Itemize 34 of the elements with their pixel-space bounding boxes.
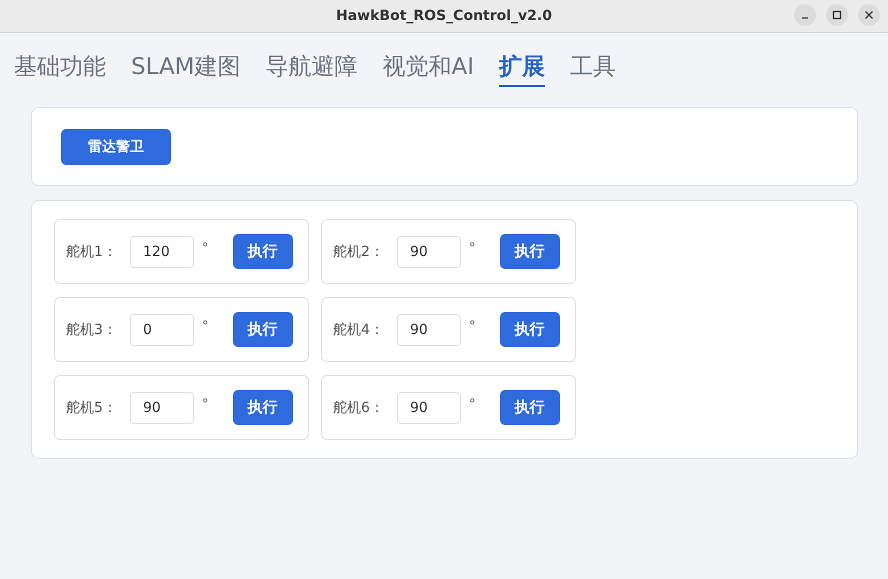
radar-guard-button[interactable]: 雷达警卫 [61, 128, 171, 164]
tab[interactable]: SLAM建图 [131, 51, 241, 87]
tab[interactable]: 导航避障 [266, 51, 358, 87]
angle-input[interactable]: 120 [130, 236, 194, 268]
angle-input[interactable]: 90 [130, 392, 194, 424]
tab[interactable]: 视觉和AI [382, 51, 474, 87]
angle-input[interactable]: 90 [397, 392, 461, 424]
execute-button[interactable]: 执行 [500, 312, 560, 347]
servo-label: 舵机3： [66, 320, 118, 338]
degree-unit: ° [202, 241, 208, 256]
servo-label: 舵机1： [66, 242, 118, 260]
execute-button[interactable]: 执行 [500, 234, 560, 269]
tab[interactable]: 基础功能 [14, 51, 106, 87]
servo-label: 舵机4： [333, 320, 385, 338]
degree-unit: ° [469, 241, 476, 256]
servo-label: 舵机6： [333, 398, 385, 416]
degree-unit: ° [202, 319, 208, 334]
angle-input[interactable]: 90 [397, 236, 461, 268]
tab[interactable]: 扩展 [499, 51, 546, 87]
tab[interactable]: 工具 [570, 51, 616, 87]
execute-button[interactable]: 执行 [500, 390, 560, 425]
servo-label: 舵机5： [66, 398, 118, 416]
degree-unit: ° [202, 397, 208, 412]
servo-label: 舵机2： [333, 242, 385, 260]
execute-button[interactable]: 执行 [232, 312, 292, 347]
window-title: HawkBot_ROS_Control_v2.0 [336, 8, 552, 24]
execute-button[interactable]: 执行 [232, 234, 292, 269]
angle-input[interactable]: 0 [130, 314, 194, 346]
angle-input[interactable]: 90 [397, 314, 461, 346]
degree-unit: ° [469, 397, 476, 412]
execute-button[interactable]: 执行 [232, 390, 292, 425]
degree-unit: ° [469, 319, 476, 334]
maximize-icon[interactable] [826, 4, 848, 26]
close-icon[interactable] [858, 4, 880, 26]
